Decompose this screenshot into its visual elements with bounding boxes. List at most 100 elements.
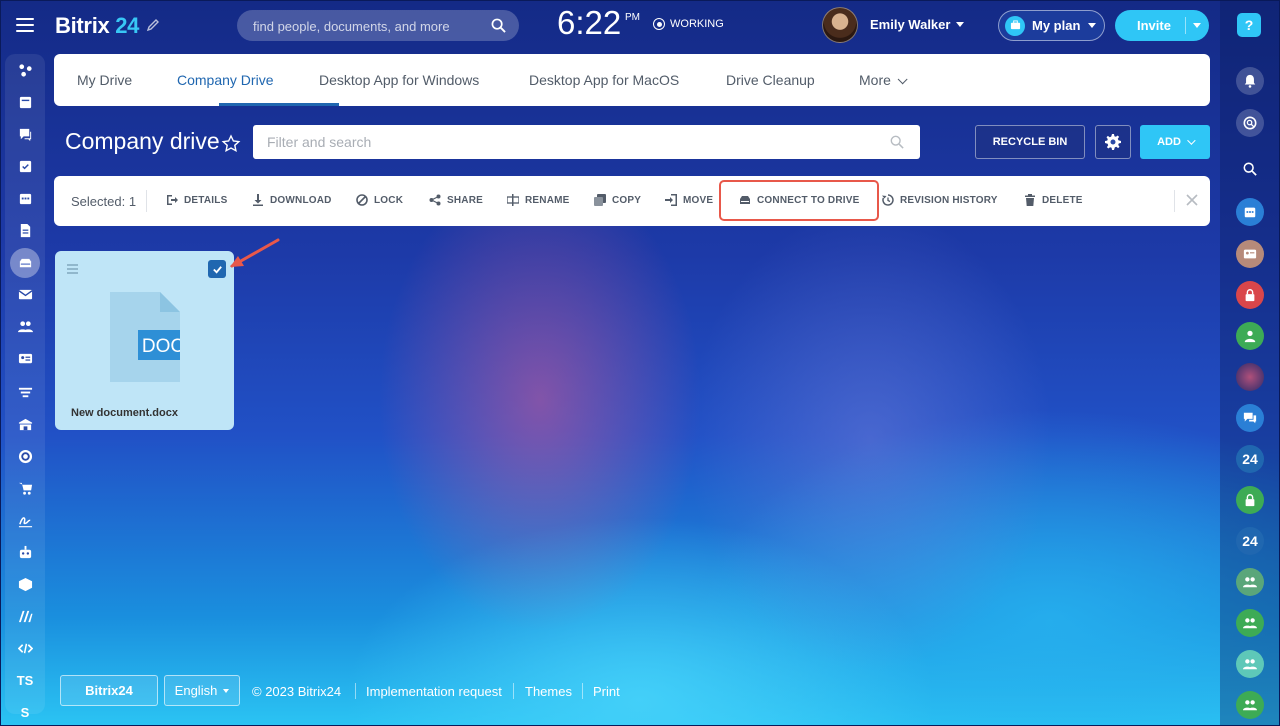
footer-logo[interactable]: Bitrix24: [60, 675, 158, 706]
checkmark-icon: [212, 265, 222, 274]
chevron-down-icon: [223, 688, 230, 693]
bitrix24-chat-badge[interactable]: 24: [1236, 527, 1264, 555]
implementation-request-link[interactable]: Implementation request: [366, 684, 502, 699]
checklist-icon[interactable]: [15, 156, 35, 176]
signature-icon[interactable]: [15, 510, 35, 530]
work-status[interactable]: WORKING: [653, 18, 724, 30]
work-status-label: WORKING: [670, 18, 724, 30]
active-tab-indicator: [219, 103, 339, 106]
recycle-bin-button[interactable]: RECYCLE BIN: [975, 125, 1085, 159]
copy-icon: [594, 194, 606, 206]
lock-chat-icon[interactable]: [1236, 281, 1264, 309]
contact-card-icon[interactable]: [1236, 240, 1264, 268]
download-button[interactable]: DOWNLOAD: [252, 194, 332, 206]
bitrix24-logo[interactable]: Bitrix 24: [55, 13, 139, 39]
revision-history-button[interactable]: REVISION HISTORY: [882, 194, 998, 206]
lock-chat-icon[interactable]: [1236, 486, 1264, 514]
chat-icon[interactable]: [15, 124, 35, 144]
contact-card-icon[interactable]: [15, 348, 35, 368]
file-name[interactable]: New document.docx: [71, 407, 178, 419]
bell-icon[interactable]: [1236, 67, 1264, 95]
drag-handle-icon[interactable]: [67, 264, 78, 276]
divider: [355, 683, 356, 699]
delete-button[interactable]: DELETE: [1024, 194, 1083, 206]
tasks-icon[interactable]: [15, 92, 35, 112]
search-icon[interactable]: [491, 18, 506, 33]
language-label: English: [174, 683, 218, 698]
themes-link[interactable]: Themes: [525, 684, 572, 699]
my-plan-button[interactable]: My plan: [998, 10, 1105, 41]
clock-time[interactable]: 6:22: [557, 4, 621, 42]
employees-icon[interactable]: [15, 316, 35, 336]
filter-search[interactable]: [253, 125, 920, 159]
avatar[interactable]: [822, 7, 858, 43]
users-chat-icon[interactable]: [1236, 568, 1264, 596]
settings-button[interactable]: [1095, 125, 1131, 159]
rename-button[interactable]: RENAME: [507, 194, 570, 206]
store-icon[interactable]: [15, 414, 35, 434]
calendar-icon[interactable]: [15, 188, 35, 208]
add-button[interactable]: ADD: [1140, 125, 1210, 159]
file-checkbox[interactable]: [208, 260, 226, 278]
file-tile[interactable]: DOC New document.docx: [55, 251, 234, 430]
drive-tabs: My Drive Company Drive Desktop App for W…: [54, 54, 1210, 106]
target-icon[interactable]: [15, 446, 35, 466]
briefcase-icon: [1005, 15, 1025, 36]
lock-button[interactable]: LOCK: [356, 194, 403, 206]
chevron-down-icon[interactable]: [1193, 23, 1201, 28]
delete-label: DELETE: [1042, 194, 1083, 206]
menu-item-s[interactable]: S: [15, 702, 35, 722]
group-chat-icon[interactable]: [1236, 404, 1264, 432]
robot-icon[interactable]: [15, 542, 35, 562]
rename-label: RENAME: [525, 194, 570, 206]
activity-stream-icon[interactable]: [15, 60, 35, 80]
group-photo-icon[interactable]: [1236, 363, 1264, 391]
search-icon[interactable]: [890, 135, 904, 149]
tab-desktop-app-windows[interactable]: Desktop App for Windows: [319, 72, 479, 88]
global-search-input[interactable]: [253, 16, 473, 36]
drive-icon[interactable]: [10, 248, 40, 278]
global-search[interactable]: [237, 10, 519, 41]
download-label: DOWNLOAD: [270, 194, 332, 206]
chat-search-icon[interactable]: [1236, 109, 1264, 137]
share-button[interactable]: SHARE: [429, 194, 483, 206]
users-chat-icon[interactable]: [1236, 650, 1264, 678]
developer-code-icon[interactable]: [15, 638, 35, 658]
history-icon: [882, 194, 894, 206]
funnel-icon[interactable]: [15, 382, 35, 402]
tab-desktop-app-macos[interactable]: Desktop App for MacOS: [529, 72, 679, 88]
menu-item-ts[interactable]: TS: [15, 670, 35, 690]
print-link[interactable]: Print: [593, 684, 620, 699]
calendar-chat-icon[interactable]: [1236, 198, 1264, 226]
selected-count: Selected: 1: [71, 194, 137, 209]
bitrix24-chat-badge[interactable]: 24: [1236, 445, 1264, 473]
tab-drive-cleanup[interactable]: Drive Cleanup: [726, 72, 815, 88]
marketplace-icon[interactable]: [15, 606, 35, 626]
favorite-star-icon[interactable]: [221, 134, 241, 154]
tab-more[interactable]: More: [859, 72, 908, 88]
search-icon[interactable]: [1236, 155, 1264, 183]
user-name[interactable]: Emily Walker: [870, 17, 950, 32]
menu-burger-icon[interactable]: [16, 18, 34, 32]
language-selector[interactable]: English: [164, 675, 240, 706]
invite-button[interactable]: Invite: [1115, 10, 1209, 41]
edit-pencil-icon[interactable]: [146, 18, 160, 32]
help-button[interactable]: ?: [1237, 13, 1261, 37]
mail-icon[interactable]: [15, 284, 35, 304]
details-button[interactable]: DETAILS: [166, 194, 227, 206]
cart-icon[interactable]: [15, 478, 35, 498]
user-menu-caret-icon[interactable]: [956, 22, 964, 27]
move-button[interactable]: MOVE: [665, 194, 713, 206]
tab-my-drive[interactable]: My Drive: [77, 72, 132, 88]
invite-label: Invite: [1137, 18, 1171, 33]
copy-button[interactable]: COPY: [594, 194, 641, 206]
tab-company-drive[interactable]: Company Drive: [177, 72, 273, 88]
users-chat-icon[interactable]: [1236, 609, 1264, 637]
box-icon[interactable]: [15, 574, 35, 594]
left-menu: TS S: [5, 54, 45, 720]
filter-search-input[interactable]: [267, 134, 867, 150]
user-chat-icon[interactable]: [1236, 322, 1264, 350]
documents-icon[interactable]: [15, 220, 35, 240]
users-chat-icon[interactable]: [1236, 691, 1264, 719]
close-icon[interactable]: [1186, 194, 1198, 206]
